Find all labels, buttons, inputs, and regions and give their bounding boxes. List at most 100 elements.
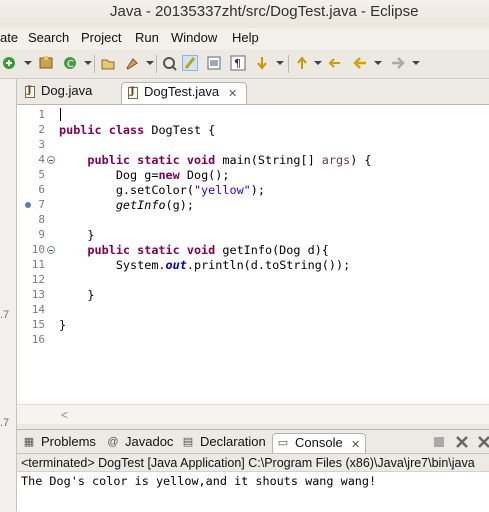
mark-occurrences-icon[interactable] [182, 55, 198, 71]
tab-label: DogTest.java [144, 84, 220, 99]
console-icon: ▭ [277, 437, 289, 449]
show-whitespace-icon[interactable]: ¶ [230, 55, 246, 71]
line-number: 9 [38, 228, 45, 241]
code-token: (g); [165, 198, 194, 212]
fold-collapse-icon[interactable] [47, 246, 55, 254]
debug-icon[interactable] [162, 55, 178, 71]
new-class-icon[interactable]: C [62, 55, 78, 71]
tab-label: Dog.java [41, 83, 93, 98]
code-token: args [321, 153, 351, 167]
line-number: 8 [38, 213, 45, 226]
forward-icon[interactable] [390, 55, 406, 71]
code-token: main(String[] [222, 153, 322, 167]
code-token: Dog g= [59, 168, 159, 182]
scroll-left-icon[interactable]: < [61, 408, 68, 422]
line-number: 13 [31, 288, 45, 301]
text-caret [60, 108, 61, 121]
code-line: public class DogTest { [59, 123, 215, 137]
code-token: getInfo [115, 198, 166, 212]
tab-label: Declaration [200, 434, 266, 449]
terminate-icon[interactable] [433, 435, 445, 447]
new-icon[interactable] [2, 55, 18, 71]
toolbar: C ¶ [0, 50, 489, 79]
tab-label: Javadoc [125, 434, 174, 449]
line-number: 15 [31, 318, 45, 331]
remove-launch-icon[interactable] [455, 435, 468, 448]
code-token: DogTest { [151, 123, 216, 137]
close-icon[interactable]: ✕ [228, 87, 237, 100]
code-line: public static void getInfo(Dog d){ [59, 243, 329, 257]
code-token: g.setColor( [59, 183, 194, 197]
window-title: Java - 20135337zht/src/DogTest.java - Ec… [110, 3, 419, 20]
java-file-icon [128, 86, 138, 99]
menu-search[interactable]: Search [28, 30, 69, 45]
line-number: 12 [31, 273, 45, 286]
code-area[interactable]: public class DogTest { public static voi… [59, 105, 489, 405]
code-token: getInfo(Dog d){ [222, 243, 329, 257]
fold-collapse-icon[interactable] [47, 156, 55, 164]
prev-annotation-icon[interactable] [294, 55, 310, 71]
last-edit-icon[interactable] [328, 55, 344, 71]
left-strip-mark: .7 [0, 417, 10, 429]
remove-all-icon[interactable] [477, 435, 489, 448]
code-token: ) { [350, 153, 372, 167]
line-number: 2 [38, 123, 45, 136]
line-number: 11 [31, 258, 45, 271]
code-line: public static void main(String[] args) { [59, 153, 372, 167]
console-terminated-label: <terminated> DogTest [Java Application] … [21, 456, 475, 470]
menu-window[interactable]: Window [171, 30, 217, 45]
code-token: "yellow" [193, 183, 251, 197]
horizontal-scrollbar[interactable]: < [17, 404, 489, 425]
tab-console[interactable]: ▭ Console ✕ [272, 433, 366, 454]
annotation-dropdown-icon[interactable] [276, 61, 284, 77]
new-dropdown-icon[interactable] [24, 61, 32, 77]
package-icon[interactable] [38, 55, 54, 71]
open-type-icon[interactable] [100, 55, 116, 71]
occurrence-marker-icon [25, 202, 31, 208]
tab-problems[interactable]: ▦ Problems [23, 433, 103, 453]
line-number: 4 [38, 153, 45, 166]
line-number: 1 [38, 108, 45, 121]
javadoc-icon: @ [107, 436, 119, 448]
search-icon[interactable] [124, 55, 140, 71]
search-dropdown-icon[interactable] [146, 61, 154, 77]
back-dropdown-icon[interactable] [374, 61, 382, 77]
menu-project[interactable]: Project [81, 30, 121, 45]
line-number: 5 [38, 168, 45, 181]
prev-dropdown-icon[interactable] [314, 61, 322, 77]
code-token: Dog(); [186, 168, 230, 182]
class-dropdown-icon[interactable] [84, 61, 92, 77]
menu-run[interactable]: Run [135, 30, 159, 45]
menu-navigate[interactable]: ate [0, 30, 18, 45]
tab-dog-java[interactable]: Dog.java [25, 82, 111, 104]
tab-label: Problems [41, 434, 96, 449]
code-token: public class [59, 123, 152, 137]
code-line: System.out.println(d.toString()); [59, 258, 350, 272]
code-token: public static void [59, 243, 223, 257]
console-view[interactable]: <terminated> DogTest [Java Application] … [17, 453, 489, 512]
svg-text:¶: ¶ [234, 57, 241, 70]
line-number: 10 [31, 243, 45, 256]
close-icon[interactable]: ✕ [351, 438, 360, 451]
forward-dropdown-icon[interactable] [412, 61, 420, 77]
block-selection-icon[interactable] [206, 55, 222, 71]
back-icon[interactable] [352, 55, 368, 71]
tab-dogtest-java[interactable]: DogTest.java ✕ [121, 82, 247, 105]
editor-tab-bar: Dog.java DogTest.java ✕ [17, 80, 489, 105]
line-number: 6 [38, 183, 45, 196]
menu-help[interactable]: Help [232, 30, 259, 45]
tab-javadoc[interactable]: @ Javadoc [107, 433, 179, 453]
line-number: 16 [31, 333, 45, 346]
line-number-gutter: 1 2 3 4 5 6 7 8 9 10 11 12 13 14 15 16 [17, 105, 57, 405]
java-file-icon [25, 85, 35, 98]
code-token: } [59, 318, 67, 332]
next-annotation-icon[interactable] [254, 55, 270, 71]
code-line: g.setColor("yellow"); [59, 183, 265, 197]
tab-declaration[interactable]: ▤ Declaration [182, 433, 272, 453]
declaration-icon: ▤ [182, 436, 194, 448]
code-editor[interactable]: 1 2 3 4 5 6 7 8 9 10 11 12 13 14 15 16 public class Dog… [17, 104, 489, 405]
code-line: } [59, 228, 94, 242]
code-line: getInfo(g); [59, 198, 194, 212]
code-token: out [165, 258, 187, 272]
